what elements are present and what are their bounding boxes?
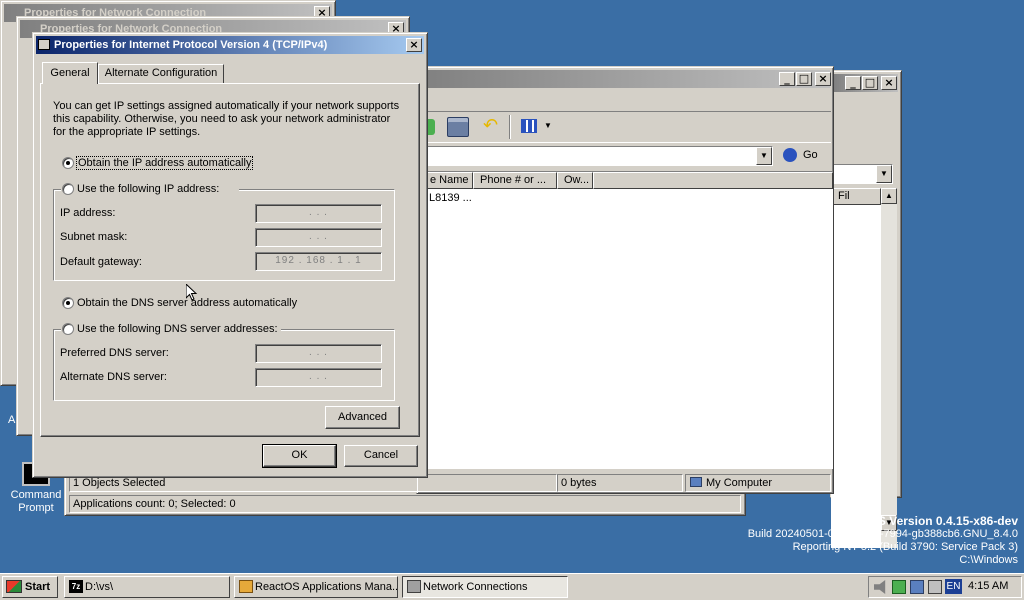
folder-options-icon[interactable] — [447, 117, 469, 137]
ipv4-properties-dialog: Properties for Internet Protocol Version… — [32, 32, 428, 478]
column-header-owner[interactable]: Ow... — [557, 172, 593, 189]
explorer-minimize-button[interactable]: _ — [779, 72, 795, 86]
subnet-mask-field[interactable]: . . . — [255, 228, 382, 247]
taskbar-item-network-label: Network Connections — [423, 581, 528, 593]
computer-icon — [690, 477, 702, 487]
bg-right-scrollbar[interactable]: ▲ ▼ — [881, 188, 897, 548]
tab-page: You can get IP settings assigned automat… — [40, 83, 420, 437]
explorer-close-button[interactable]: × — [815, 72, 831, 86]
address-combo[interactable]: ▼ — [423, 146, 773, 166]
cancel-button[interactable]: Cancel — [344, 445, 418, 467]
version-build: Build 20240501-0.4.15-dev-7994-gb388cb6.… — [747, 528, 1018, 540]
network-tray-icon[interactable] — [892, 580, 906, 594]
description-text: You can get IP settings assigned automat… — [53, 100, 400, 138]
toolbar-separator — [509, 115, 511, 139]
monitor-tray-icon[interactable] — [910, 580, 924, 594]
preferred-dns-label: Preferred DNS server: — [60, 347, 169, 359]
ip-address-field[interactable]: . . . — [255, 204, 382, 223]
version-path: C:\Windows — [959, 554, 1018, 566]
ip-address-label: IP address: — [60, 207, 116, 219]
explorer-status-location: My Computer — [685, 474, 831, 492]
status-location-text: My Computer — [706, 477, 773, 489]
network-icon — [38, 39, 50, 50]
radio-auto-ip-label[interactable]: Obtain the IP address automatically — [75, 156, 254, 170]
version-title: ReactOS Version 0.4.15-x86-dev — [835, 514, 1018, 528]
connections-list[interactable]: e Name Phone # or ... Ow... L8139 ... — [423, 171, 833, 469]
undo-icon[interactable]: ↶ — [483, 117, 501, 137]
apps-status-text: Applications count: 0; Selected: 0 — [73, 498, 236, 510]
bg-right-maximize-button[interactable]: □ — [862, 76, 878, 90]
language-indicator[interactable]: EN — [945, 579, 962, 594]
taskbar-item-vs-label: D:\vs\ — [85, 581, 114, 593]
go-button[interactable]: Go — [781, 147, 821, 165]
start-logo-icon — [6, 580, 22, 593]
bg-right-minimize-button[interactable]: _ — [845, 76, 861, 90]
bg-right-combo[interactable]: ▼ — [831, 164, 893, 184]
taskbar-item-network-connections[interactable]: Network Connections — [402, 576, 568, 598]
preferred-dns-field[interactable]: . . . — [255, 344, 382, 363]
radio-auto-ip[interactable] — [62, 157, 74, 169]
column-header-name[interactable]: e Name — [423, 172, 473, 189]
radio-manual-ip[interactable] — [62, 183, 74, 195]
go-label: Go — [803, 149, 818, 161]
radio-manual-dns[interactable] — [62, 323, 74, 335]
version-reporting: Reporting NT 5.2 (Build 3790: Service Pa… — [792, 541, 1018, 553]
network-connections-icon — [407, 580, 421, 593]
go-arrow-icon — [783, 148, 797, 162]
desktop-letter: A — [8, 414, 16, 426]
column-header-phone[interactable]: Phone # or ... — [473, 172, 557, 189]
views-icon[interactable] — [521, 119, 537, 133]
explorer-titlebar[interactable] — [420, 70, 830, 88]
default-gateway-label: Default gateway: — [60, 256, 142, 268]
subnet-mask-label: Subnet mask: — [60, 231, 128, 243]
explorer-maximize-button[interactable]: □ — [796, 72, 812, 86]
bg-right-col-header[interactable]: Fil — [831, 188, 881, 205]
ok-button[interactable]: OK — [262, 444, 337, 468]
radio-manual-ip-label[interactable]: Use the following IP address: — [77, 183, 219, 195]
list-item[interactable]: L8139 ... — [429, 192, 472, 204]
dialog-title: Properties for Internet Protocol Version… — [54, 39, 328, 51]
radio-manual-dns-label[interactable]: Use the following DNS server addresses: — [77, 323, 278, 335]
apps-manager-icon — [239, 580, 253, 593]
views-dropdown-icon[interactable]: ▼ — [544, 121, 552, 130]
apps-statusbar: Applications count: 0; Selected: 0 — [69, 495, 741, 513]
taskbar-item-vs[interactable]: 7z D:\vs\ — [64, 576, 230, 598]
taskbar-item-apps-label: ReactOS Applications Mana... — [255, 581, 398, 593]
dialog-close-button[interactable]: × — [406, 38, 422, 52]
bg-right-dropdown-arrow-icon[interactable]: ▼ — [876, 165, 892, 183]
bg-right-window: _ □ × ▼ Fil ▲ ▼ — [830, 70, 902, 548]
taskbar-item-apps-manager[interactable]: ReactOS Applications Mana... — [234, 576, 398, 598]
alternate-dns-label: Alternate DNS server: — [60, 371, 167, 383]
clock[interactable]: 4:15 AM — [968, 580, 1008, 592]
scroll-up-arrow-icon[interactable]: ▲ — [881, 188, 897, 204]
address-dropdown-arrow-icon[interactable]: ▼ — [756, 147, 772, 165]
radio-auto-dns[interactable] — [62, 297, 74, 309]
alternate-dns-field[interactable]: . . . — [255, 368, 382, 387]
7zip-icon: 7z — [69, 580, 83, 593]
version-text: ReactOS Version 0.4.15-x86-dev Build 202… — [748, 515, 1018, 567]
bg-right-list[interactable]: Fil ▲ ▼ — [831, 188, 897, 548]
computer-tray-icon[interactable] — [928, 580, 942, 594]
explorer-status-size: 0 bytes — [557, 474, 683, 492]
tab-alternate-configuration[interactable]: Alternate Configuration — [98, 64, 224, 83]
start-button[interactable]: Start — [2, 576, 58, 598]
start-label: Start — [25, 581, 51, 593]
default-gateway-field[interactable]: 192 . 168 . 1 . 1 — [255, 252, 382, 271]
column-header-filler — [593, 172, 833, 189]
advanced-button[interactable]: Advanced — [325, 406, 400, 429]
bg-right-close-button[interactable]: × — [881, 76, 897, 90]
tab-general[interactable]: General — [42, 62, 98, 84]
dns-group — [53, 329, 395, 401]
command-prompt-label: Command Prompt — [10, 489, 62, 514]
mouse-cursor-icon — [186, 284, 198, 301]
dialog-titlebar[interactable]: Properties for Internet Protocol Version… — [36, 36, 424, 54]
explorer-toolbar: ↶ ▼ — [417, 111, 831, 143]
network-connections-window: _ □ × ↶ ▼ ▼ Go e Name Phone # or ... Ow.… — [69, 66, 834, 494]
